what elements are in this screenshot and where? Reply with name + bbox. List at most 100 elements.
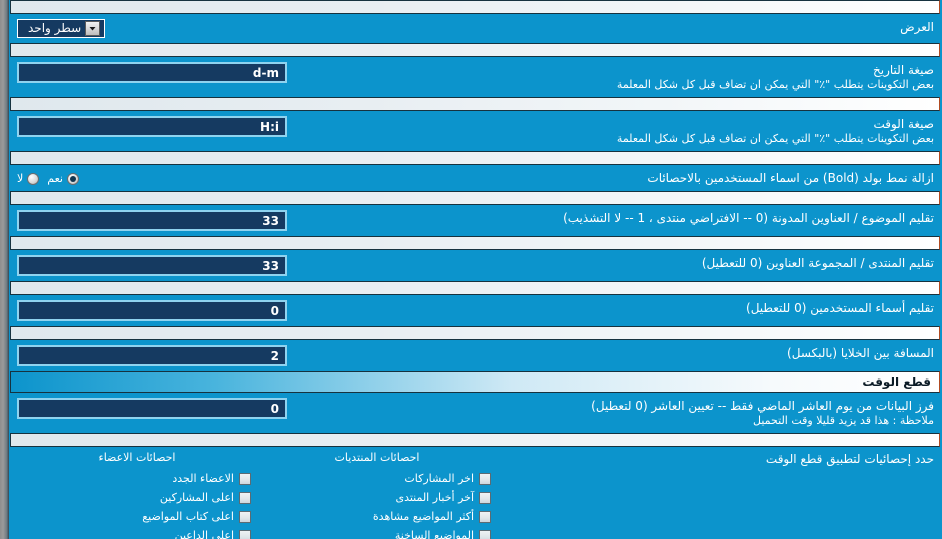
divider	[10, 236, 940, 250]
section-header-timecut: قطع الوقت	[10, 371, 940, 393]
option-description: ملاحظة : هذا قد يزيد قليلا وقت التحميل	[753, 414, 934, 427]
option-row-timecut-days: فرز البيانات من يوم العاشر الماضي فقط --…	[9, 393, 942, 433]
options-sheet: العرض سطر واحد صيغة التاريخ بعض التكوينا…	[9, 0, 942, 539]
option-control-trim-forum-title	[17, 255, 287, 276]
checkbox-box[interactable]	[479, 510, 491, 523]
option-label-remove-bold: ازالة نمط بولد (Bold) من اسماء المستخدمي…	[79, 170, 934, 186]
checkbox-item[interactable]: المواضيع الساخنة	[257, 526, 497, 539]
checkbox-label: الاعضاء الجدد	[172, 472, 234, 485]
checkbox-column-header: احصائات الاعضاء	[98, 451, 176, 464]
option-label-trim-thread-title: تقليم الموضوع / العناوين المدونة (0 -- ا…	[287, 210, 934, 226]
checkbox-box[interactable]	[479, 529, 491, 539]
checkbox-column-member-stats: احصائات الاعضاء الاعضاء الجدد اعلى المشا…	[17, 451, 257, 539]
checkbox-item[interactable]: اعلى الداعين	[17, 526, 257, 539]
divider	[10, 326, 940, 340]
checkbox-box[interactable]	[479, 472, 491, 485]
option-title: المسافة بين الخلايا (بالبكسل)	[787, 346, 934, 360]
radio-no-label: لا	[17, 172, 24, 185]
checkbox-item[interactable]: اعلى المشاركين	[17, 488, 257, 507]
option-title: تقليم أسماء المستخدمين (0 للتعطيل)	[746, 301, 934, 315]
option-label-timecut-days: فرز البيانات من يوم العاشر الماضي فقط --…	[287, 398, 934, 428]
option-control-trim-thread-title	[17, 210, 287, 231]
divider	[10, 151, 940, 165]
option-control-date-format	[17, 62, 287, 83]
option-row-display: العرض سطر واحد	[9, 14, 942, 43]
option-row-date-format: صيغة التاريخ بعض التكوينات يتطلب "٪" الت…	[9, 57, 942, 97]
option-label-time-format: صيغة الوقت بعض التكوينات يتطلب "٪" التي …	[287, 116, 934, 146]
option-control-display: سطر واحد	[17, 19, 106, 38]
option-title: تقليم الموضوع / العناوين المدونة (0 -- ا…	[563, 211, 934, 225]
option-title: صيغة التاريخ	[873, 63, 934, 77]
divider	[10, 97, 940, 111]
option-title: حدد إحصائيات لتطبيق قطع الوقت	[765, 452, 934, 466]
option-title: ازالة نمط بولد (Bold) من اسماء المستخدمي…	[647, 171, 934, 185]
checkbox-column-header: احصائات المنتديات	[334, 451, 420, 464]
checkbox-label: اعلى كتاب المواضيع	[142, 510, 234, 523]
option-row-time-format: صيغة الوقت بعض التكوينات يتطلب "٪" التي …	[9, 111, 942, 151]
checkbox-column-forum-stats: احصائات المنتديات اخر المشاركات آخر أخبا…	[257, 451, 497, 539]
time-format-input[interactable]	[17, 116, 287, 137]
radio-no-dot[interactable]	[27, 172, 40, 185]
checkbox-label: اعلى المشاركين	[159, 491, 234, 504]
remove-bold-radio-group: نعم لا	[17, 170, 79, 185]
checkbox-box[interactable]	[239, 472, 251, 485]
option-label-cell-spacing: المسافة بين الخلايا (بالبكسل)	[287, 345, 934, 361]
divider	[10, 191, 940, 205]
option-title: فرز البيانات من يوم العاشر الماضي فقط --…	[591, 399, 934, 413]
option-label-display: العرض	[105, 19, 934, 35]
option-row-cell-spacing: المسافة بين الخلايا (بالبكسل)	[9, 340, 942, 371]
radio-yes-dot[interactable]	[66, 172, 79, 185]
chevron-down-icon[interactable]	[85, 21, 101, 36]
radio-option-yes[interactable]: نعم	[47, 172, 79, 185]
option-title: العرض	[900, 20, 934, 34]
trim-thread-title-input[interactable]	[17, 210, 287, 231]
date-format-input[interactable]	[17, 62, 287, 83]
checkbox-label: أكثر المواضيع مشاهدة	[372, 510, 474, 523]
checkbox-item[interactable]: اخر المشاركات	[257, 469, 497, 488]
display-select-value: سطر واحد	[28, 21, 82, 35]
option-label-timecut-stats: حدد إحصائيات لتطبيق قطع الوقت	[497, 451, 934, 539]
option-title: تقليم المنتدى / المجموعة العناوين (0 للت…	[701, 256, 934, 270]
option-description: بعض التكوينات يتطلب "٪" التي يمكن ان تضا…	[616, 78, 934, 91]
trim-forum-title-input[interactable]	[17, 255, 287, 276]
option-control-remove-bold: نعم لا	[17, 170, 79, 185]
section-title: قطع الوقت	[862, 375, 931, 389]
option-control-time-format	[17, 116, 287, 137]
checkbox-label: اعلى الداعين	[174, 529, 234, 539]
option-control-cell-spacing	[17, 345, 287, 366]
timecut-days-input[interactable]	[17, 398, 287, 419]
option-label-date-format: صيغة التاريخ بعض التكوينات يتطلب "٪" الت…	[287, 62, 934, 92]
checkbox-box[interactable]	[239, 510, 251, 523]
checkbox-label: آخر أخبار المنتدى	[395, 491, 474, 504]
checkbox-box[interactable]	[239, 491, 251, 504]
cell-spacing-input[interactable]	[17, 345, 287, 366]
radio-yes-label: نعم	[47, 172, 63, 185]
checkbox-item[interactable]: أكثر المواضيع مشاهدة	[257, 507, 497, 526]
option-row-trim-usernames: تقليم أسماء المستخدمين (0 للتعطيل)	[9, 295, 942, 326]
divider	[10, 0, 940, 14]
option-description: بعض التكوينات يتطلب "٪" التي يمكن ان تضا…	[616, 132, 934, 145]
divider	[10, 433, 940, 447]
checkbox-box[interactable]	[239, 529, 251, 539]
option-row-timecut-stats: حدد إحصائيات لتطبيق قطع الوقت احصائات ال…	[9, 447, 942, 539]
trim-usernames-input[interactable]	[17, 300, 287, 321]
option-title: صيغة الوقت	[873, 117, 934, 131]
radio-option-no[interactable]: لا	[17, 172, 40, 185]
option-label-trim-forum-title: تقليم المنتدى / المجموعة العناوين (0 للت…	[287, 255, 934, 271]
option-label-trim-usernames: تقليم أسماء المستخدمين (0 للتعطيل)	[287, 300, 934, 316]
checkbox-item[interactable]: اعلى كتاب المواضيع	[17, 507, 257, 526]
option-row-trim-thread-title: تقليم الموضوع / العناوين المدونة (0 -- ا…	[9, 205, 942, 236]
checkbox-item[interactable]: الاعضاء الجدد	[17, 469, 257, 488]
checkbox-item[interactable]: آخر أخبار المنتدى	[257, 488, 497, 507]
option-control-timecut-days	[17, 398, 287, 419]
checkbox-box[interactable]	[479, 491, 491, 504]
option-control-trim-usernames	[17, 300, 287, 321]
checkbox-label: المواضيع الساخنة	[394, 529, 474, 539]
option-row-remove-bold: ازالة نمط بولد (Bold) من اسماء المستخدمي…	[9, 165, 942, 191]
divider	[10, 43, 940, 57]
checkbox-label: اخر المشاركات	[404, 472, 474, 485]
window-left-edge	[0, 0, 9, 539]
divider	[10, 281, 940, 295]
display-select[interactable]: سطر واحد	[17, 19, 106, 38]
option-row-trim-forum-title: تقليم المنتدى / المجموعة العناوين (0 للت…	[9, 250, 942, 281]
